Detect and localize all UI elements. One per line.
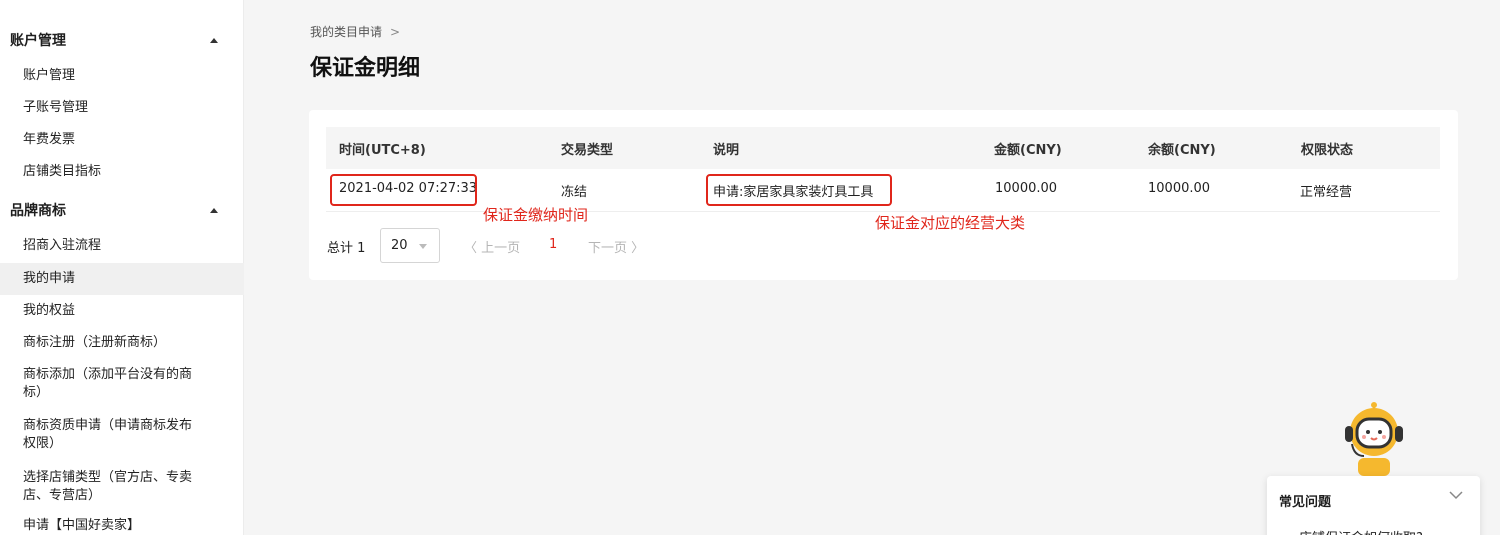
sidebar-item-label: 年费发票 [23, 132, 76, 147]
sidebar-item-label: 选择店铺类型（官方店、专卖店、专营店） [23, 470, 193, 503]
sidebar-item-label: 申请【中国好卖家】 [23, 518, 141, 533]
column-header-time: 时间(UTC+8) [339, 143, 426, 158]
breadcrumb-separator: > [390, 25, 401, 39]
total-count: 总计 1 [327, 241, 366, 256]
breadcrumb: 我的类目申请 > [310, 23, 400, 40]
cell-balance: 10000.00 [1148, 181, 1211, 196]
time-annotation: 保证金缴纳时间 [483, 206, 589, 224]
sidebar-item-label: 子账号管理 [23, 100, 89, 115]
cell-amount: 10000.00 [995, 181, 1058, 196]
next-page-button[interactable]: 下一页 〉 [588, 237, 644, 256]
sidebar-item-trademark-qualification[interactable]: 商标资质申请（申请商标发布权限） [0, 417, 244, 453]
category-highlight-box [706, 174, 892, 206]
page-size-select[interactable]: 20 [380, 228, 440, 263]
sidebar-item-store-type[interactable]: 选择店铺类型（官方店、专卖店、专营店） [0, 469, 244, 505]
sidebar-item-label: 账户管理 [23, 68, 76, 83]
sidebar-item-trademark-register[interactable]: 商标注册（注册新商标） [0, 333, 244, 353]
faq-title: 常见问题 [1279, 495, 1332, 510]
column-header-amount: 金额(CNY) [994, 143, 1062, 158]
sidebar-item-trademark-add[interactable]: 商标添加（添加平台没有的商标） [0, 366, 244, 402]
sidebar-item-category-metrics[interactable]: 店铺类目指标 [0, 162, 244, 182]
table-header: 时间(UTC+8) 交易类型 说明 金额(CNY) 余额(CNY) 权限状态 [326, 127, 1440, 169]
breadcrumb-link[interactable]: 我的类目申请 [310, 25, 382, 39]
sidebar-item-label: 店铺类目指标 [23, 164, 102, 179]
page-title: 保证金明细 [310, 56, 421, 81]
column-header-type: 交易类型 [561, 143, 614, 158]
deposit-details-card: 时间(UTC+8) 交易类型 说明 金额(CNY) 余额(CNY) 权限状态 2… [309, 110, 1458, 280]
page-size-value: 20 [391, 238, 408, 253]
sidebar-item-sub-accounts[interactable]: 子账号管理 [0, 98, 244, 118]
sidebar-item-my-applications[interactable]: 我的申请 [0, 263, 244, 295]
sidebar-item-label: 商标资质申请（申请商标发布权限） [23, 418, 193, 451]
chevron-down-icon[interactable] [1448, 490, 1464, 500]
collapse-caret-icon[interactable] [210, 207, 218, 213]
prev-page-button[interactable]: 〈 上一页 [464, 237, 520, 256]
assistant-robot-icon[interactable] [1340, 402, 1408, 476]
faq-item[interactable]: 店铺保证金如何收取? [1299, 527, 1423, 535]
cell-type: 冻结 [561, 185, 588, 200]
sidebar-item-label: 商标添加（添加平台没有的商标） [23, 367, 193, 400]
sidebar-item-annual-invoice[interactable]: 年费发票 [0, 130, 244, 150]
column-header-balance: 余额(CNY) [1148, 143, 1216, 158]
time-highlight-box [330, 174, 477, 206]
sidebar: 账户管理 账户管理 子账号管理 年费发票 店铺类目指标 品牌商标 招商入驻流程 … [0, 0, 244, 535]
column-header-description: 说明 [713, 143, 740, 158]
collapse-caret-icon[interactable] [210, 37, 218, 43]
sidebar-group-account[interactable]: 账户管理 [0, 25, 244, 55]
category-annotation: 保证金对应的经营大类 [875, 214, 1026, 232]
sidebar-item-label: 我的申请 [23, 271, 76, 286]
sidebar-item-label: 招商入驻流程 [23, 238, 102, 253]
cell-status: 正常经营 [1300, 185, 1353, 200]
current-page[interactable]: 1 [549, 237, 557, 252]
sidebar-item-my-rights[interactable]: 我的权益 [0, 301, 244, 321]
sidebar-item-onboarding-flow[interactable]: 招商入驻流程 [0, 236, 244, 256]
sidebar-item-good-seller[interactable]: 申请【中国好卖家】 [0, 516, 244, 535]
chevron-down-icon [419, 244, 427, 249]
column-header-status: 权限状态 [1301, 143, 1354, 158]
faq-panel: 常见问题 店铺保证金如何收取? [1267, 476, 1480, 535]
sidebar-item-label: 我的权益 [23, 303, 76, 318]
sidebar-group-brand[interactable]: 品牌商标 [0, 195, 244, 225]
sidebar-item-label: 商标注册（注册新商标） [23, 335, 167, 350]
sidebar-group-title: 账户管理 [10, 33, 66, 49]
sidebar-item-account-management[interactable]: 账户管理 [0, 66, 244, 86]
sidebar-group-title: 品牌商标 [10, 203, 66, 219]
